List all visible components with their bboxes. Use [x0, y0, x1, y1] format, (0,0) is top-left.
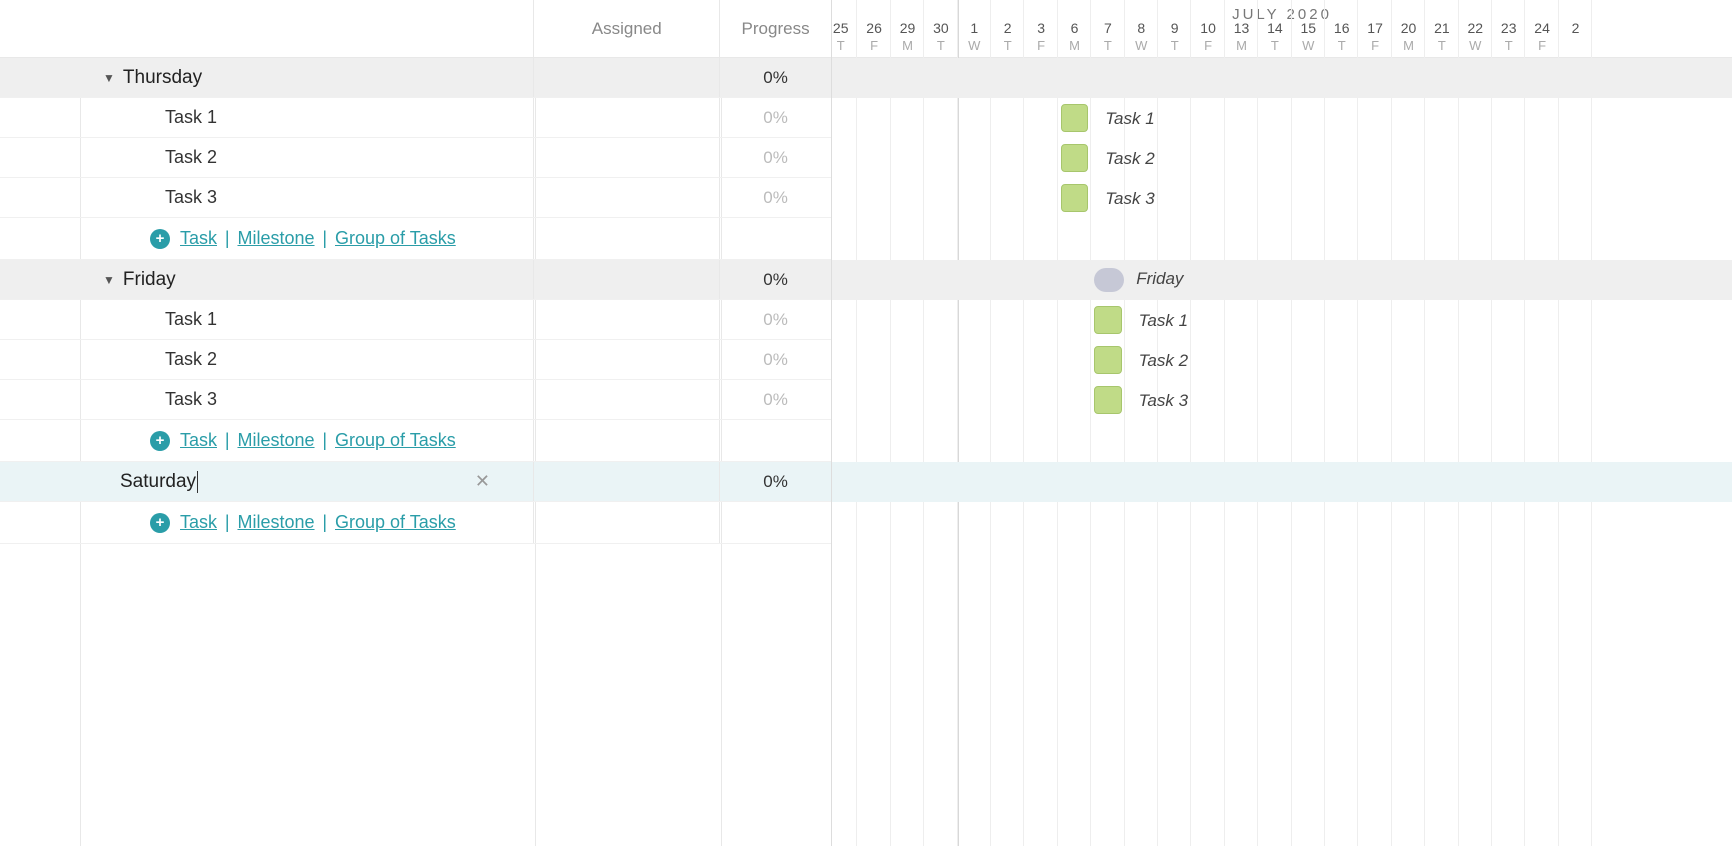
group-row-thursday[interactable]: ▼ Thursday 0%	[0, 58, 831, 98]
task-progress: 0%	[720, 380, 831, 419]
group-name-input[interactable]: Saturday	[120, 471, 198, 493]
milestone-marker[interactable]: Friday	[1094, 268, 1124, 292]
task-bar[interactable]: Task 1	[1061, 104, 1088, 132]
group-row-friday[interactable]: ▼ Friday 0%	[0, 260, 831, 300]
task-list: ▼ Thursday 0% Task 1 0% Task 2 0% Task 3…	[0, 58, 831, 544]
group-name: Thursday	[123, 67, 202, 89]
timeline-task-row[interactable]: Task 2	[832, 340, 1732, 380]
timeline-group-row: Friday	[832, 260, 1732, 300]
column-header-assigned[interactable]: Assigned	[534, 0, 720, 57]
timeline-body: Task 1 Task 2 Task 3 Friday Task 1 Task …	[832, 58, 1732, 846]
task-bar[interactable]: Task 1	[1094, 306, 1121, 334]
timeline-add-row	[832, 502, 1732, 544]
task-bar[interactable]: Task 2	[1061, 144, 1088, 172]
add-group-link[interactable]: Group of Tasks	[335, 430, 456, 450]
caret-down-icon[interactable]: ▼	[103, 273, 115, 287]
task-progress: 0%	[720, 340, 831, 379]
column-headers: Assigned Progress	[0, 0, 831, 58]
bar-label: Task 1	[1105, 109, 1154, 129]
caret-down-icon[interactable]: ▼	[103, 71, 115, 85]
task-name: Task 1	[165, 107, 217, 128]
group-name: Friday	[123, 269, 176, 291]
timeline-task-row[interactable]: Task 1	[832, 300, 1732, 340]
task-row[interactable]: Task 2 0%	[0, 340, 831, 380]
add-row: + Task | Milestone | Group of Tasks	[0, 420, 831, 462]
add-row: + Task | Milestone | Group of Tasks	[0, 218, 831, 260]
task-name: Task 2	[165, 147, 217, 168]
task-bar[interactable]: Task 3	[1094, 386, 1121, 414]
task-row[interactable]: Task 2 0%	[0, 138, 831, 178]
task-name: Task 3	[165, 389, 217, 410]
add-task-link[interactable]: Task	[180, 512, 217, 532]
task-row[interactable]: Task 3 0%	[0, 380, 831, 420]
group-progress: 0%	[720, 260, 831, 299]
group-progress: 0%	[720, 462, 831, 501]
add-group-link[interactable]: Group of Tasks	[335, 512, 456, 532]
timeline-task-row[interactable]: Task 2	[832, 138, 1732, 178]
timeline-task-row[interactable]: Task 3	[832, 178, 1732, 218]
timeline-panel[interactable]: JULY 2020 25T26F29M30T1W2T3F6M7T8W9T10F1…	[832, 0, 1732, 846]
task-row[interactable]: Task 1 0%	[0, 98, 831, 138]
task-name: Task 3	[165, 187, 217, 208]
bar-label: Task 1	[1139, 311, 1188, 331]
plus-circle-icon[interactable]: +	[150, 229, 170, 249]
timeline-edit-row	[832, 462, 1732, 502]
task-row[interactable]: Task 3 0%	[0, 178, 831, 218]
bar-label: Task 3	[1139, 391, 1188, 411]
task-row[interactable]: Task 1 0%	[0, 300, 831, 340]
add-milestone-link[interactable]: Milestone	[237, 430, 314, 450]
timeline-task-row[interactable]: Task 3	[832, 380, 1732, 420]
task-name: Task 1	[165, 309, 217, 330]
bar-label: Task 2	[1105, 149, 1154, 169]
close-icon[interactable]: ✕	[475, 471, 490, 492]
add-task-link[interactable]: Task	[180, 228, 217, 248]
task-progress: 0%	[720, 300, 831, 339]
bar-label: Task 2	[1139, 351, 1188, 371]
timeline-add-row	[832, 218, 1732, 260]
task-bar[interactable]: Task 2	[1094, 346, 1121, 374]
task-progress: 0%	[720, 178, 831, 217]
plus-circle-icon[interactable]: +	[150, 431, 170, 451]
group-row-editing[interactable]: Saturday ✕ 0%	[0, 462, 831, 502]
timeline-task-row[interactable]: Task 1	[832, 98, 1732, 138]
plus-circle-icon[interactable]: +	[150, 513, 170, 533]
left-panel: Assigned Progress ▼ Thursday 0% Task 1 0…	[0, 0, 832, 846]
task-progress: 0%	[720, 138, 831, 177]
add-task-link[interactable]: Task	[180, 430, 217, 450]
add-milestone-link[interactable]: Milestone	[237, 228, 314, 248]
column-header-name[interactable]	[0, 0, 534, 57]
add-row: + Task | Milestone | Group of Tasks	[0, 502, 831, 544]
timeline-group-row	[832, 58, 1732, 98]
group-progress: 0%	[720, 58, 831, 97]
column-header-progress[interactable]: Progress	[720, 0, 831, 57]
milestone-label: Friday	[1136, 269, 1183, 289]
task-name: Task 2	[165, 349, 217, 370]
bar-label: Task 3	[1105, 189, 1154, 209]
task-progress: 0%	[720, 98, 831, 137]
timeline-add-row	[832, 420, 1732, 462]
gantt-app: Assigned Progress ▼ Thursday 0% Task 1 0…	[0, 0, 1732, 846]
add-group-link[interactable]: Group of Tasks	[335, 228, 456, 248]
add-milestone-link[interactable]: Milestone	[237, 512, 314, 532]
task-bar[interactable]: Task 3	[1061, 184, 1088, 212]
